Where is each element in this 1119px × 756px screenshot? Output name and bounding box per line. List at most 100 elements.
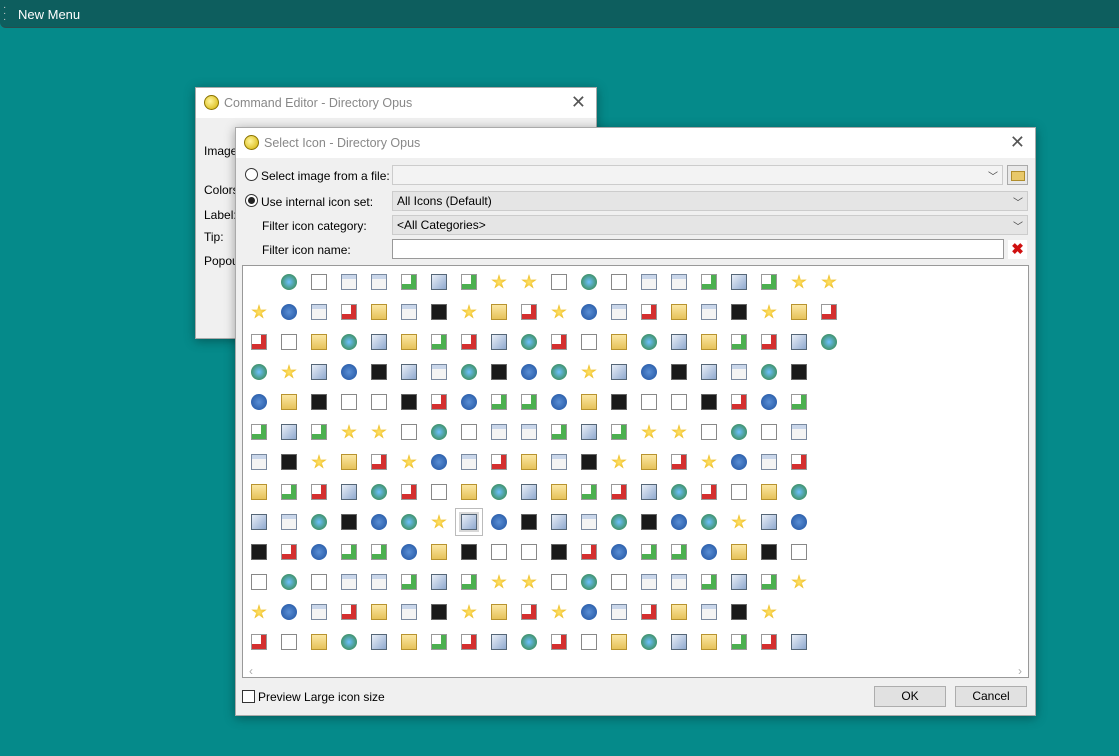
- icon-cell[interactable]: [639, 422, 659, 442]
- icon-cell[interactable]: [729, 422, 749, 442]
- icon-cell[interactable]: [249, 452, 269, 472]
- icon-cell[interactable]: [279, 482, 299, 502]
- close-icon[interactable]: ✕: [1010, 132, 1025, 153]
- icon-cell[interactable]: [519, 542, 539, 562]
- icon-cell[interactable]: [789, 392, 809, 412]
- icon-cell[interactable]: [429, 482, 449, 502]
- icon-cell[interactable]: [669, 272, 689, 292]
- icon-cell[interactable]: [669, 362, 689, 382]
- icon-cell[interactable]: [339, 272, 359, 292]
- icon-cell[interactable]: [639, 332, 659, 352]
- icon-cell[interactable]: [549, 602, 569, 622]
- icon-cell[interactable]: [339, 632, 359, 652]
- icon-cell[interactable]: [459, 632, 479, 652]
- icon-cell[interactable]: [489, 572, 509, 592]
- icon-cell[interactable]: [369, 272, 389, 292]
- icon-cell[interactable]: [639, 302, 659, 322]
- icon-cell[interactable]: [399, 332, 419, 352]
- icon-cell[interactable]: [639, 572, 659, 592]
- icon-cell[interactable]: [309, 542, 329, 562]
- icon-cell[interactable]: [339, 572, 359, 592]
- icon-cell[interactable]: [429, 332, 449, 352]
- icon-cell[interactable]: [249, 332, 269, 352]
- icon-cell[interactable]: [399, 572, 419, 592]
- icon-cell[interactable]: [279, 452, 299, 472]
- icon-cell[interactable]: [489, 422, 509, 442]
- icon-cell[interactable]: [309, 392, 329, 412]
- icon-cell[interactable]: [699, 512, 719, 532]
- icon-cell[interactable]: [369, 332, 389, 352]
- icon-cell[interactable]: [489, 482, 509, 502]
- icon-cell[interactable]: [399, 452, 419, 472]
- icon-cell[interactable]: [759, 632, 779, 652]
- icon-cell[interactable]: [459, 572, 479, 592]
- icon-cell[interactable]: [669, 422, 689, 442]
- icon-cell[interactable]: [669, 332, 689, 352]
- icon-cell[interactable]: [759, 392, 779, 412]
- category-dropdown[interactable]: <All Categories> ﹀: [392, 215, 1028, 235]
- icon-cell[interactable]: [729, 362, 749, 382]
- icon-cell[interactable]: [549, 392, 569, 412]
- icon-cell[interactable]: [279, 302, 299, 322]
- icon-cell[interactable]: [609, 332, 629, 352]
- icon-cell[interactable]: [759, 602, 779, 622]
- icon-cell[interactable]: [369, 452, 389, 472]
- icon-cell[interactable]: [369, 362, 389, 382]
- icon-cell[interactable]: [429, 572, 449, 592]
- icon-cell[interactable]: [459, 272, 479, 292]
- icon-cell[interactable]: [639, 542, 659, 562]
- icon-cell[interactable]: [549, 452, 569, 472]
- icon-cell[interactable]: [489, 272, 509, 292]
- icon-cell[interactable]: [789, 512, 809, 532]
- clear-filter-icon[interactable]: ✖: [1008, 240, 1027, 259]
- icon-cell[interactable]: [549, 422, 569, 442]
- icon-cell[interactable]: [549, 542, 569, 562]
- icon-cell[interactable]: [339, 332, 359, 352]
- icon-cell[interactable]: [279, 632, 299, 652]
- icon-cell[interactable]: [579, 332, 599, 352]
- icon-cell[interactable]: [759, 272, 779, 292]
- icon-cell[interactable]: [549, 512, 569, 532]
- icon-cell[interactable]: [789, 632, 809, 652]
- icon-cell[interactable]: [429, 452, 449, 472]
- icon-cell[interactable]: [429, 362, 449, 382]
- icon-cell[interactable]: [429, 422, 449, 442]
- icon-cell[interactable]: [309, 512, 329, 532]
- icon-cell[interactable]: [579, 602, 599, 622]
- icon-cell[interactable]: [369, 572, 389, 592]
- icon-cell[interactable]: [759, 302, 779, 322]
- icon-cell[interactable]: [369, 302, 389, 322]
- icon-cell[interactable]: [609, 302, 629, 322]
- icon-cell[interactable]: [339, 452, 359, 472]
- icon-cell[interactable]: [519, 602, 539, 622]
- ok-button[interactable]: OK: [874, 686, 946, 707]
- icon-cell[interactable]: [789, 572, 809, 592]
- icon-cell[interactable]: [639, 452, 659, 472]
- icon-cell[interactable]: [279, 392, 299, 412]
- icon-cell[interactable]: [459, 302, 479, 322]
- icon-cell[interactable]: [759, 422, 779, 442]
- icon-cell[interactable]: [249, 482, 269, 502]
- icon-cell[interactable]: [249, 302, 269, 322]
- icon-cell[interactable]: [249, 392, 269, 412]
- icon-cell[interactable]: [279, 272, 299, 292]
- icon-cell[interactable]: [249, 362, 269, 382]
- icon-cell[interactable]: [609, 572, 629, 592]
- icon-cell[interactable]: [729, 272, 749, 292]
- icon-cell[interactable]: [729, 392, 749, 412]
- icon-cell[interactable]: [669, 542, 689, 562]
- icon-cell[interactable]: [639, 632, 659, 652]
- icon-cell[interactable]: [249, 572, 269, 592]
- icon-cell[interactable]: [789, 332, 809, 352]
- select-file-radio[interactable]: [245, 168, 258, 181]
- icon-cell[interactable]: [279, 422, 299, 442]
- icon-cell[interactable]: [549, 572, 569, 592]
- icon-cell[interactable]: [279, 602, 299, 622]
- icon-cell[interactable]: [549, 302, 569, 322]
- icon-cell[interactable]: [249, 512, 269, 532]
- icon-cell[interactable]: [489, 392, 509, 412]
- icon-cell[interactable]: [579, 512, 599, 532]
- internal-icon-set-radio[interactable]: [245, 194, 258, 207]
- cancel-button[interactable]: Cancel: [955, 686, 1027, 707]
- icon-cell[interactable]: [489, 512, 509, 532]
